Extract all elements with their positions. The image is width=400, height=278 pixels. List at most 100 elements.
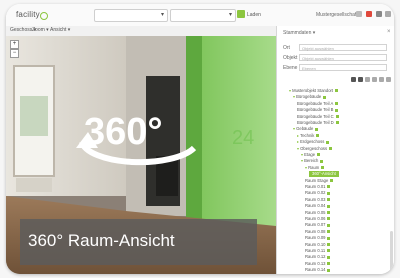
tree-item[interactable]: ▸Erdgeschoss	[297, 139, 330, 145]
tree-item-label: Etage	[304, 152, 316, 157]
tree-item[interactable]: Raum 0.14	[305, 267, 331, 273]
app-logo: facility	[16, 10, 40, 19]
tree-toggle-icon[interactable]: ▾	[301, 152, 303, 157]
tree-toggle-icon[interactable]: ▾	[293, 94, 295, 99]
tree-item[interactable]: ▸Technik	[297, 132, 320, 139]
status-icon	[315, 127, 319, 131]
tree-item[interactable]: Bürogebäude Teil B	[297, 107, 339, 113]
location-field[interactable]: Objekt auswählen	[299, 44, 387, 51]
tree-toggle-icon[interactable]: ▾	[297, 146, 299, 151]
tree-scrollbar[interactable]	[390, 231, 393, 271]
status-icon	[327, 242, 331, 246]
status-icon	[327, 210, 331, 214]
tree-item[interactable]: Raum 0.12	[305, 254, 331, 260]
gear-icon[interactable]	[385, 11, 391, 17]
filter-icon[interactable]	[365, 77, 370, 82]
refresh-icon[interactable]	[379, 77, 384, 82]
object-field[interactable]: Objekt auswählen	[299, 54, 387, 61]
tree-item-label: Bürogebäude Teil B	[297, 107, 334, 113]
tree-item[interactable]: ▾Musterobjekt Standort	[289, 88, 339, 94]
tree-item[interactable]: Bürogebäude Teil D	[297, 120, 339, 126]
tree-toggle-icon[interactable]: ▾	[293, 126, 295, 131]
status-icon	[316, 134, 320, 138]
zoom-in-button[interactable]: +	[10, 40, 19, 49]
tree-item-label: Bürogebäude Teil C	[297, 113, 334, 119]
app-window: facility ▾ ▾ Laden Mustergesellschaft Ge…	[6, 4, 394, 274]
status-icon	[327, 198, 331, 202]
tree-item[interactable]: Bürogebäude Teil A	[297, 101, 339, 107]
tree-item[interactable]: Raum 0.05	[305, 210, 331, 216]
chevron-down-icon: ▾	[160, 12, 164, 18]
tree-item[interactable]: Raum 0.02	[305, 190, 331, 196]
tree-item-label: Technik	[300, 132, 315, 138]
object-select[interactable]: ▾	[170, 9, 236, 22]
view-menu[interactable]: Ansicht ▾	[50, 27, 70, 33]
tree-item-label: Bürogebäude	[296, 94, 322, 100]
status-icon	[327, 249, 331, 253]
zoom-out-button[interactable]: −	[10, 49, 19, 58]
tree-item[interactable]: ▾Bürogebäude	[293, 94, 327, 100]
status-icon	[327, 230, 331, 234]
status-icon	[320, 159, 324, 163]
tree-item[interactable]: ▾Etage	[301, 152, 321, 158]
top-bar: facility ▾ ▾ Laden Mustergesellschaft	[6, 4, 394, 27]
tree-item[interactable]: Raum 0.10	[305, 242, 331, 248]
tree-toggle-icon[interactable]: ▾	[289, 88, 291, 93]
status-icon	[327, 262, 331, 266]
status-icon	[326, 140, 330, 144]
tree-item[interactable]: Raum 0.06	[305, 216, 331, 222]
field-label: Ebene	[283, 65, 298, 71]
tree-item[interactable]: ▾Raum	[305, 165, 325, 171]
field-label: Objekt	[283, 55, 298, 61]
tree-item[interactable]: Raum 0.01	[305, 184, 331, 190]
expand-icon[interactable]	[351, 77, 356, 82]
tree-item-selected[interactable]: 360°-Ansicht	[309, 171, 339, 178]
tree-item[interactable]: Raum 0.13	[305, 260, 331, 267]
tree-toggle-icon[interactable]: ▸	[297, 133, 299, 138]
tree-item[interactable]: Raum 0.08	[305, 229, 331, 235]
status-icon	[329, 146, 333, 150]
tree-item[interactable]: ▾Gebäude	[293, 126, 319, 132]
tree-item-label: Gebäude	[296, 126, 314, 132]
load-button[interactable]	[237, 10, 245, 18]
tree-item-label: Bürogebäude Teil D	[297, 120, 334, 125]
status-icon	[335, 108, 339, 112]
tree-item[interactable]: Raum 0.09	[305, 235, 331, 241]
user-name[interactable]: Mustergesellschaft	[316, 12, 358, 18]
status-icon	[321, 166, 325, 170]
collapse-icon[interactable]	[358, 77, 363, 82]
settings-icon[interactable]	[386, 77, 391, 82]
user-icon[interactable]	[376, 11, 382, 17]
tree-item[interactable]: ▾Bereich	[301, 158, 324, 164]
home-icon[interactable]	[356, 11, 362, 17]
tree-item[interactable]: Raum 0.04	[305, 203, 331, 209]
tree-item-label: Raum 0.13	[305, 260, 326, 266]
tree-item-label: Raum 0.09	[305, 235, 326, 241]
location-select[interactable]: ▾	[94, 9, 168, 22]
tree-toggle-icon[interactable]: ▾	[305, 165, 307, 170]
tree-item[interactable]: Bürogebäude Teil C	[297, 114, 339, 120]
tree-item-label: Raum 0.04	[305, 203, 326, 209]
tree-toggle-icon[interactable]: ▸	[297, 139, 299, 144]
tree-item[interactable]: ▾Obergeschoss	[297, 146, 333, 152]
tree-toggle-icon[interactable]: ▾	[301, 158, 303, 163]
status-icon	[335, 102, 339, 106]
tree-item-label: Raum 0.12	[305, 254, 326, 260]
zoom-menu[interactable]: Zoom ▾	[32, 27, 49, 33]
panel-title[interactable]: Stammdaten ▾	[283, 30, 315, 36]
level-field[interactable]: Ebenen	[299, 64, 387, 71]
tree-item[interactable]: Raum 0.07	[305, 222, 331, 228]
tree-item-label: Raum Etage	[305, 177, 329, 183]
tree-item-label: Raum 0.11	[305, 248, 326, 253]
tree-item-label: 360°-Ansicht	[312, 171, 336, 177]
tree-item-label: Bereich	[304, 158, 319, 164]
window-view	[20, 96, 48, 136]
status-icon	[330, 178, 334, 182]
tree-item[interactable]: Raum 0.11	[305, 248, 331, 254]
tree-item[interactable]: Raum 0.03	[305, 197, 331, 203]
status-icon	[335, 121, 339, 125]
tree-item[interactable]: Raum Etage	[305, 177, 334, 184]
search-icon[interactable]	[372, 77, 377, 82]
close-icon[interactable]: ×	[387, 29, 391, 35]
bell-icon[interactable]	[366, 11, 372, 17]
